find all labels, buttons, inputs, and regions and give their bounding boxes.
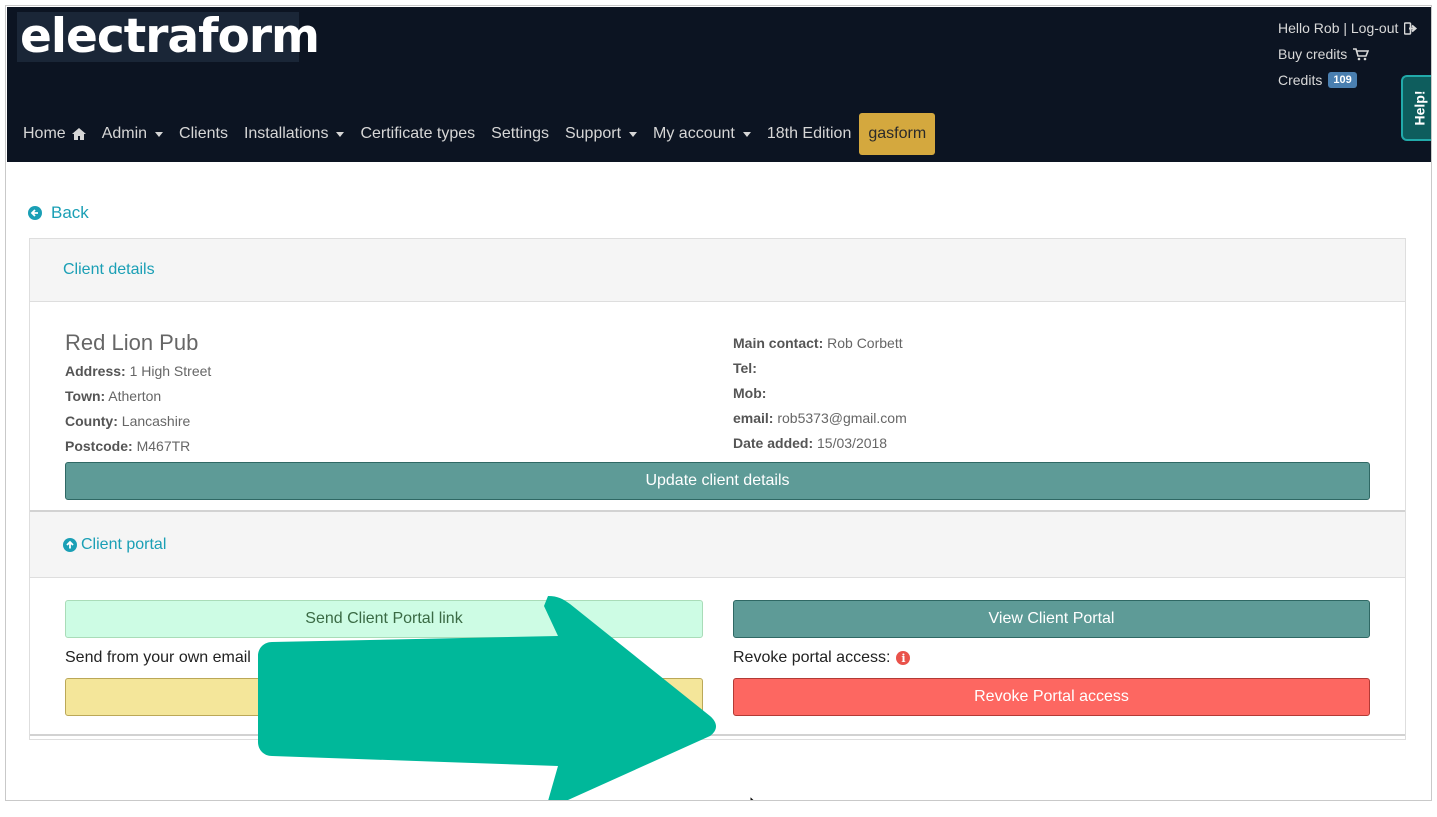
electraform-logo[interactable]: electraform [17,12,320,62]
nav-support-label[interactable]: Support [565,125,621,143]
back-label[interactable]: Back [51,203,89,223]
buy-credits-label[interactable]: Buy credits [1278,41,1347,67]
mob-row: Mob: [733,381,907,406]
address-label: Address: [65,363,126,379]
nav-installations[interactable]: Installations [236,112,353,156]
postcode-row: Postcode: M467TR [65,434,211,459]
arrow-up-circle-icon [63,537,77,552]
date-added-value: 15/03/2018 [817,435,888,451]
postcode-value: M467TR [136,438,191,454]
county-label: County: [65,413,118,429]
caret-down-icon [629,131,638,137]
credits-label: Credits [1278,72,1323,88]
client-portal-header[interactable]: Client portal [30,510,1405,578]
main-contact-value: Rob Corbett [827,335,903,351]
user-menu: Hello Rob | Log-out Buy credits Credits … [1278,15,1418,93]
main-contact-label: Main contact: [733,335,824,351]
mob-label: Mob: [733,385,767,401]
home-icon [71,128,86,140]
caret-down-icon [742,131,751,137]
postcode-label: Postcode: [65,438,133,454]
update-client-details-button[interactable]: Update client details [65,462,1370,500]
nav-clients-label[interactable]: Clients [179,125,228,143]
nav-settings[interactable]: Settings [483,112,557,156]
revoke-portal-access-button[interactable]: Revoke Portal access [733,678,1370,716]
app-window: electraform Hello Rob | Log-out Buy cred… [5,5,1432,801]
main-contact-row: Main contact: Rob Corbett [733,331,907,356]
tel-label: Tel: [733,360,757,376]
address-value: 1 High Street [129,363,212,379]
address-row: Address: 1 High Street [65,359,211,384]
nav-certificate-types[interactable]: Certificate types [352,112,483,156]
info-icon[interactable]: i [896,651,911,665]
date-added-row: Date added: 15/03/2018 [733,431,907,456]
nav-home-label[interactable]: Home [23,125,66,143]
nav-support[interactable]: Support [557,112,645,156]
nav-admin-label[interactable]: Admin [102,125,147,143]
nav-gasform-label[interactable]: gasform [868,125,926,143]
date-added-label: Date added: [733,435,814,451]
help-tab[interactable]: Help! [1401,75,1431,141]
arrow-left-circle-icon [28,206,42,220]
caret-down-icon [155,131,164,137]
revoke-access-label-row: Revoke portal access: i [733,649,911,667]
nav-18th-edition[interactable]: 18th Edition [759,112,860,156]
view-client-portal-button[interactable]: View Client Portal [733,600,1370,638]
email-row: email: rob5373@gmail.com [733,406,907,431]
client-address-block: Address: 1 High Street Town: Atherton Co… [65,359,211,459]
client-details-heading[interactable]: Client details [63,239,155,301]
town-label: Town: [65,388,106,404]
client-portal-heading[interactable]: Client portal [81,536,166,554]
send-own-email-label: Send from your own email [65,649,251,666]
cart-icon [1353,47,1370,60]
mouse-pointer-icon [749,795,755,800]
nav-clients[interactable]: Clients [171,112,236,156]
town-value: Atherton [108,388,162,404]
user-greeting-row[interactable]: Hello Rob | Log-out [1278,15,1418,41]
caret-down-icon [336,131,345,137]
credits-badge: 109 [1328,72,1357,88]
client-details-header[interactable]: Client details [30,239,1405,302]
help-label[interactable]: Help! [1411,91,1427,126]
email-label: email: [733,410,774,426]
nav-home[interactable]: Home [23,112,94,156]
county-row: County: Lancashire [65,409,211,434]
back-link[interactable]: Back [28,203,89,223]
top-navbar: electraform Hello Rob | Log-out Buy cred… [7,7,1431,162]
nav-certificate-types-label[interactable]: Certificate types [360,125,475,143]
client-contact-block: Main contact: Rob Corbett Tel: Mob: emai… [733,331,907,456]
tel-row: Tel: [733,356,907,381]
main-nav: Home Admin Clients Installations Certifi… [23,112,936,156]
logout-icon[interactable] [1404,21,1418,35]
nav-18th-edition-label[interactable]: 18th Edition [767,125,852,143]
nav-gasform[interactable]: gasform [859,113,936,155]
nav-settings-label[interactable]: Settings [491,125,549,143]
buy-credits-link[interactable]: Buy credits [1278,41,1418,67]
client-name: Red Lion Pub [65,330,199,355]
revoke-access-label: Revoke portal access: [733,649,891,666]
email-value: rob5373@gmail.com [777,410,907,426]
town-row: Town: Atherton [65,384,211,409]
nav-installations-label[interactable]: Installations [244,125,329,143]
client-portal-title[interactable]: Client portal [63,512,166,577]
user-greeting[interactable]: Hello Rob | Log-out [1278,15,1398,41]
nav-admin[interactable]: Admin [94,112,171,156]
nav-my-account-label[interactable]: My account [653,125,735,143]
annotation-arrow-icon [258,596,716,800]
nav-my-account[interactable]: My account [645,112,759,156]
county-value: Lancashire [121,413,191,429]
credits-row: Credits 109 [1278,67,1418,93]
